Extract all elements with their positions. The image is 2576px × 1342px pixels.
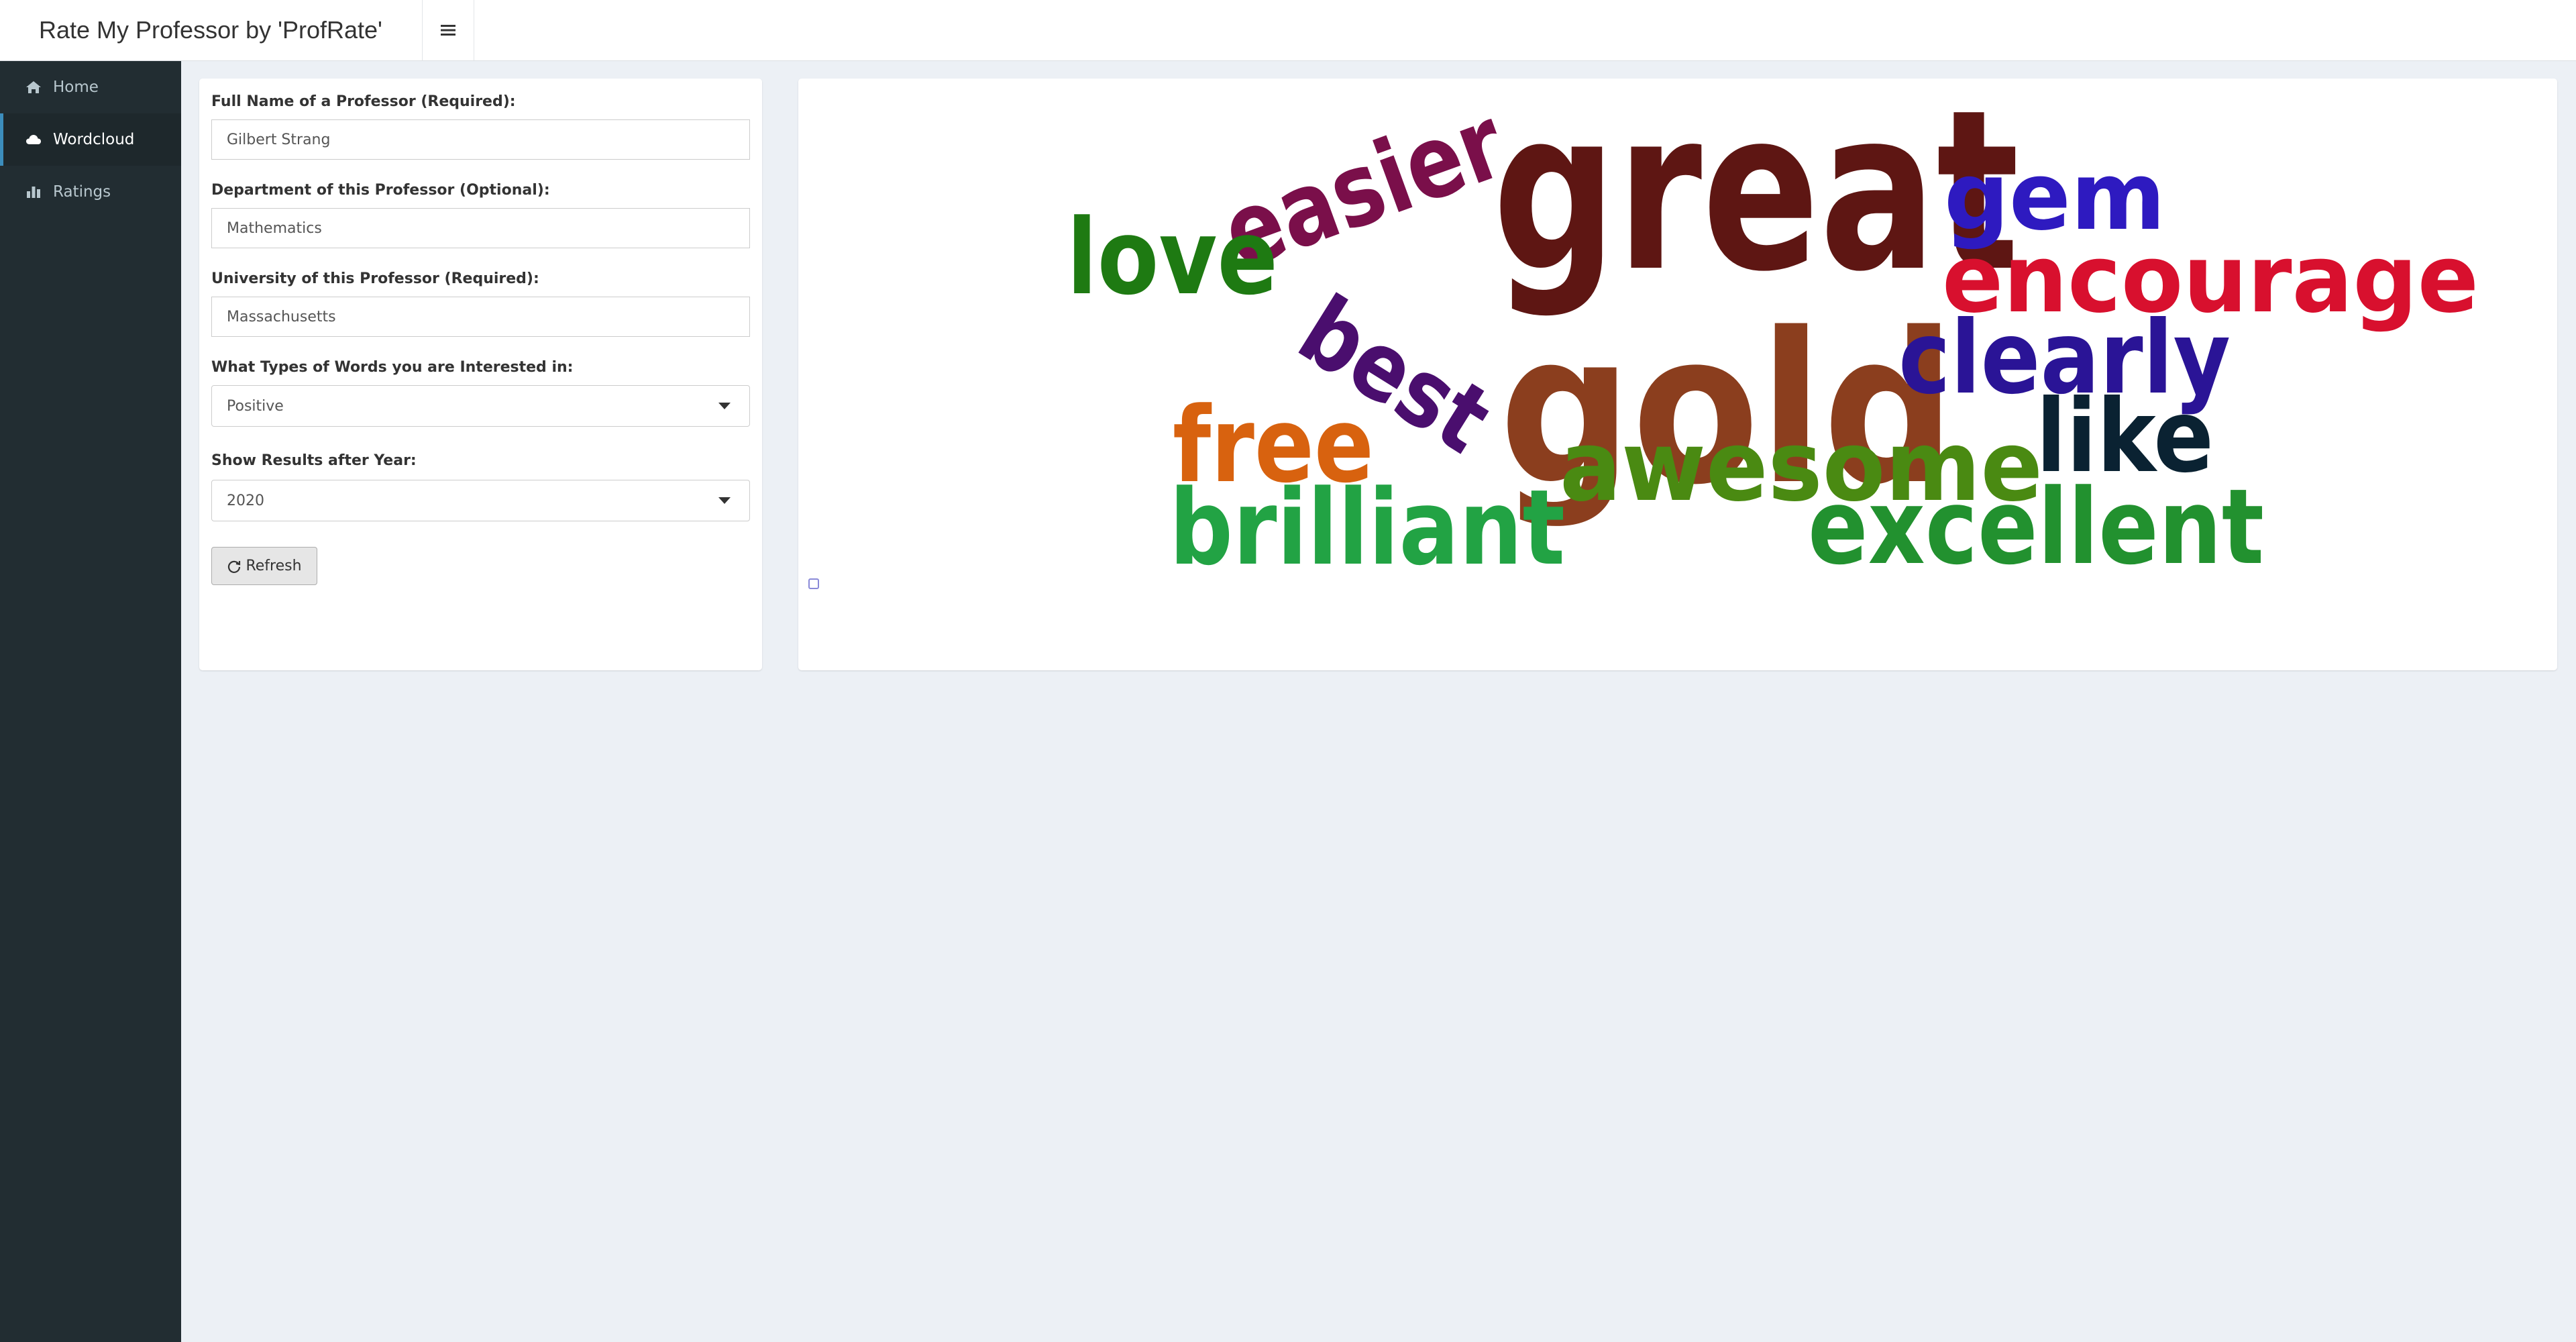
wordcloud-word-love: love (1067, 197, 1278, 318)
department-input[interactable] (211, 208, 750, 248)
sidebar: Home Wordcloud Ratings (0, 61, 181, 1342)
wordcloud-panel: great gold easier love best free brilliant awes… (798, 79, 2557, 670)
wordcloud-word-great: great (1493, 79, 2019, 320)
wordcloud-word-like: like (2036, 378, 2214, 495)
sidebar-item-label: Wordcloud (53, 131, 135, 148)
sidebar-item-label: Home (53, 79, 99, 96)
refresh-button[interactable]: Refresh (211, 547, 317, 585)
bar-chart-icon (23, 185, 44, 199)
word-type-select[interactable]: Positive (211, 385, 750, 427)
university-label: University of this Professor (Required): (211, 270, 539, 287)
year-selected-value: 2020 (227, 492, 264, 509)
department-label: Department of this Professor (Optional): (211, 182, 550, 199)
caret-down-icon (718, 497, 731, 504)
refresh-icon (227, 559, 241, 574)
sidebar-toggle-button[interactable] (422, 0, 474, 60)
year-select[interactable]: 2020 (211, 480, 750, 521)
year-label: Show Results after Year: (211, 452, 417, 469)
word-type-label: What Types of Words you are Interested i… (211, 359, 574, 376)
university-input[interactable] (211, 297, 750, 337)
search-form-panel: Full Name of a Professor (Required): Dep… (199, 79, 762, 670)
app-header: Rate My Professor by 'ProfRate' (0, 0, 2576, 61)
wordcloud-checkbox[interactable] (808, 578, 819, 589)
sidebar-item-ratings[interactable]: Ratings (0, 166, 181, 218)
wordcloud-word-brilliant: brilliant (1169, 467, 1565, 588)
app-title: Rate My Professor by 'ProfRate' (39, 16, 382, 44)
refresh-label: Refresh (246, 558, 302, 574)
hamburger-icon (441, 25, 455, 36)
caret-down-icon (718, 403, 731, 409)
sidebar-item-home[interactable]: Home (0, 61, 181, 113)
sidebar-item-wordcloud[interactable]: Wordcloud (0, 113, 181, 166)
home-icon (23, 80, 44, 95)
cloud-icon (23, 133, 44, 146)
professor-name-input[interactable] (211, 119, 750, 160)
wordcloud: greatgoldeasierlovebestfreebrilliantawes… (1067, 79, 2479, 588)
sidebar-item-label: Ratings (53, 183, 111, 201)
word-type-selected-value: Positive (227, 397, 284, 415)
professor-name-label: Full Name of a Professor (Required): (211, 93, 516, 110)
